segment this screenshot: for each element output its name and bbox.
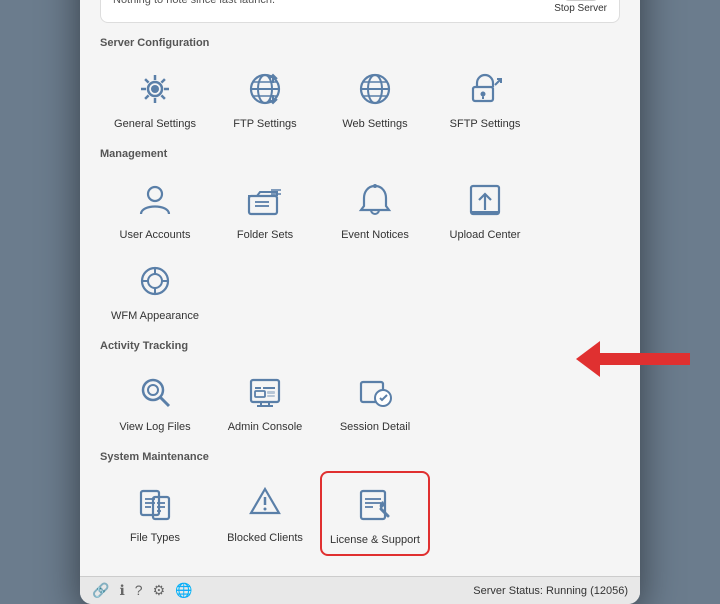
- wfm-appearance-icon: [131, 257, 179, 305]
- management-grid: User Accounts Folder Sets: [100, 168, 620, 330]
- folder-sets-label: Folder Sets: [237, 229, 293, 241]
- server-config-grid: General Settings: [100, 57, 620, 138]
- admin-console-label: Admin Console: [228, 421, 303, 433]
- globe-icon[interactable]: 🌐: [175, 582, 192, 599]
- ftp-settings-icon: [241, 65, 289, 113]
- advisory-text: Nothing to note since last launch.: [113, 0, 532, 6]
- stop-server-label: Stop Server: [554, 3, 607, 14]
- maintenance-grid: File Types Blocked Clients: [100, 471, 620, 556]
- folder-sets-icon: [241, 176, 289, 224]
- server-config-label: Server Configuration: [100, 37, 620, 49]
- upload-center-label: Upload Center: [450, 229, 521, 241]
- info-icon[interactable]: ℹ: [119, 582, 124, 599]
- stop-server-button[interactable]: Stop Server: [554, 0, 607, 14]
- link-icon[interactable]: 🔗: [92, 582, 109, 599]
- user-accounts-label: User Accounts: [120, 229, 191, 241]
- main-window: Rumpus Pro (Trial Expires April 30, 2024…: [80, 0, 640, 604]
- management-label: Management: [100, 148, 620, 160]
- upload-center-icon: [461, 176, 509, 224]
- stop-server-icon: [563, 0, 599, 1]
- system-maintenance-label: System Maintenance: [100, 451, 620, 463]
- arrow-body: [600, 353, 690, 365]
- event-notices-item[interactable]: Event Notices: [320, 168, 430, 249]
- admin-console-item[interactable]: Admin Console: [210, 360, 320, 441]
- web-settings-label: Web Settings: [342, 118, 407, 130]
- session-detail-label: Session Detail: [340, 421, 410, 433]
- file-types-icon: [131, 479, 179, 527]
- advisory-panel: Administrator Advisory Nothing to note s…: [100, 0, 620, 23]
- advisory-left: Administrator Advisory Nothing to note s…: [113, 0, 532, 6]
- license-support-label: License & Support: [330, 534, 420, 546]
- sftp-settings-item[interactable]: SFTP Settings: [430, 57, 540, 138]
- arrow-head: [576, 341, 600, 377]
- event-notices-icon: [351, 176, 399, 224]
- ftp-settings-item[interactable]: FTP Settings: [210, 57, 320, 138]
- warning-icon: ⚠: [532, 0, 546, 3]
- settings-icon[interactable]: ⚙: [153, 582, 166, 599]
- user-accounts-icon: [131, 176, 179, 224]
- admin-console-icon: [241, 368, 289, 416]
- server-status: Server Status: Running (12056): [473, 585, 628, 597]
- status-icons: 🔗 ℹ ? ⚙ 🌐: [92, 582, 193, 599]
- sftp-settings-label: SFTP Settings: [450, 118, 521, 130]
- ftp-settings-label: FTP Settings: [233, 118, 296, 130]
- activity-grid: View Log Files: [100, 360, 620, 441]
- event-notices-label: Event Notices: [341, 229, 409, 241]
- general-settings-item[interactable]: General Settings: [100, 57, 210, 138]
- session-detail-icon: [351, 368, 399, 416]
- view-log-files-label: View Log Files: [119, 421, 190, 433]
- red-arrow: [576, 341, 690, 377]
- view-log-files-item[interactable]: View Log Files: [100, 360, 210, 441]
- session-detail-item[interactable]: Session Detail: [320, 360, 430, 441]
- view-log-files-icon: [131, 368, 179, 416]
- blocked-clients-icon: [241, 479, 289, 527]
- folder-sets-item[interactable]: Folder Sets: [210, 168, 320, 249]
- activity-tracking-label: Activity Tracking: [100, 340, 620, 352]
- help-icon[interactable]: ?: [135, 582, 143, 599]
- general-settings-icon: [131, 65, 179, 113]
- blocked-clients-item[interactable]: Blocked Clients: [210, 471, 320, 556]
- file-types-label: File Types: [130, 532, 180, 544]
- web-settings-icon: [351, 65, 399, 113]
- wfm-appearance-item[interactable]: WFM Appearance: [100, 249, 210, 330]
- upload-center-item[interactable]: Upload Center: [430, 168, 540, 249]
- web-settings-item[interactable]: Web Settings: [320, 57, 430, 138]
- file-types-item[interactable]: File Types: [100, 471, 210, 556]
- main-content: Administrator Advisory Nothing to note s…: [80, 0, 640, 576]
- advisory-icons: ⚠ Stop Server: [532, 0, 607, 14]
- user-accounts-item[interactable]: User Accounts: [100, 168, 210, 249]
- general-settings-label: General Settings: [114, 118, 196, 130]
- blocked-clients-label: Blocked Clients: [227, 532, 303, 544]
- sftp-settings-icon: [461, 65, 509, 113]
- license-support-item[interactable]: License & Support: [320, 471, 430, 556]
- status-bar: 🔗 ℹ ? ⚙ 🌐 Server Status: Running (12056): [80, 576, 640, 604]
- wfm-appearance-label: WFM Appearance: [111, 310, 199, 322]
